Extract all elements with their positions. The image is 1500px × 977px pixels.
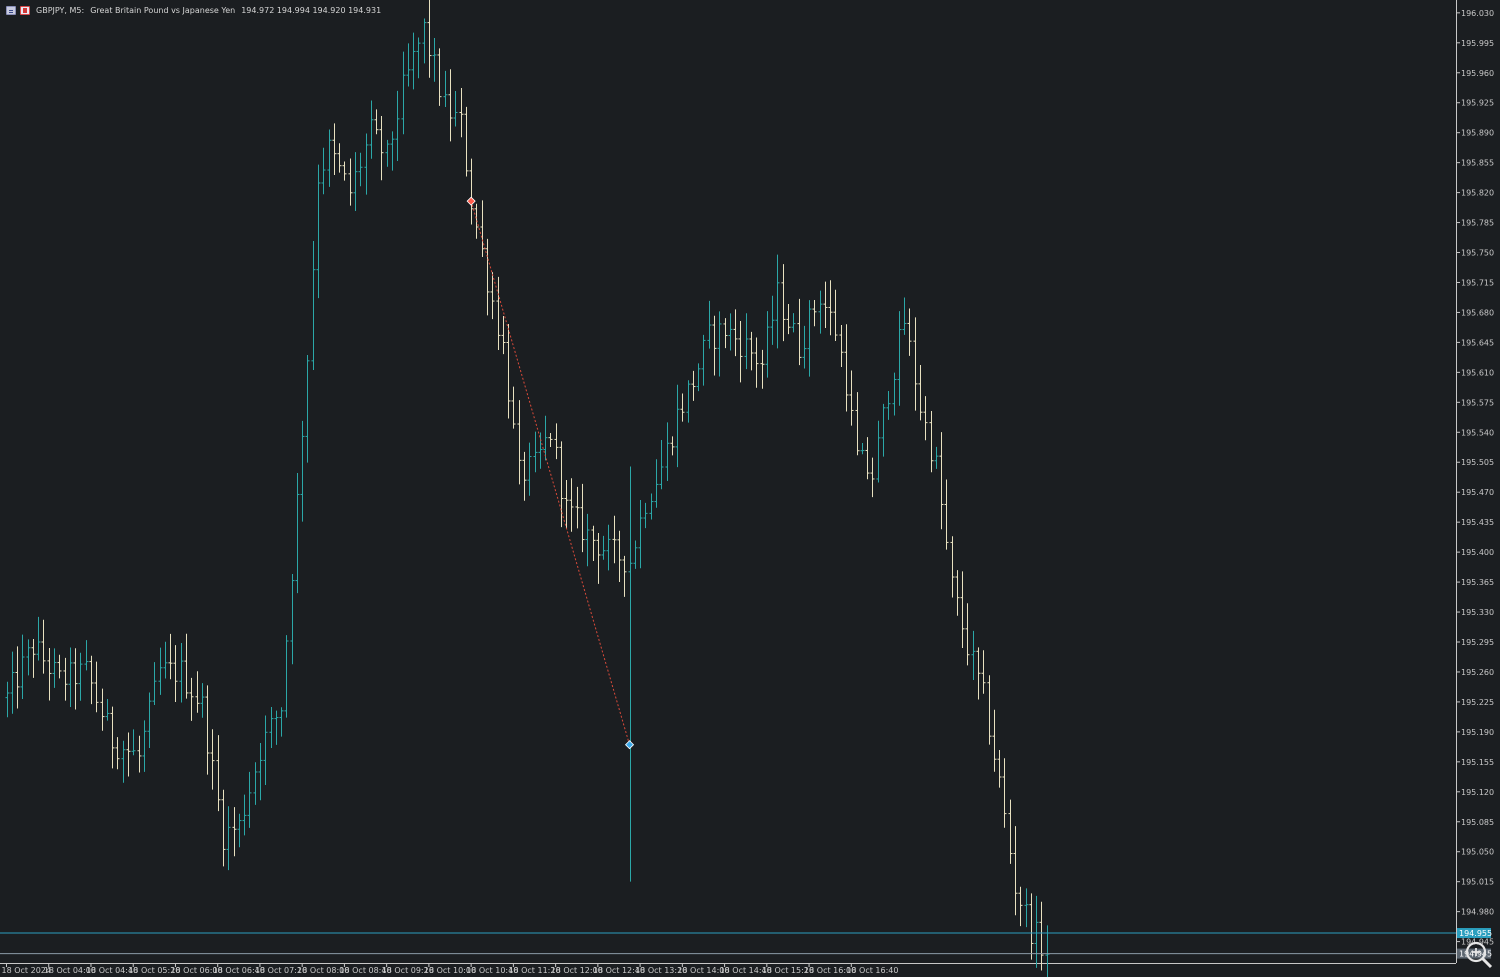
price-tick-label: 195.085 <box>1461 818 1494 827</box>
trade-connector-line <box>470 201 631 745</box>
symbol-label: GBPJPY, M5: <box>36 5 85 15</box>
price-tick-label: 195.295 <box>1461 638 1494 647</box>
price-tick-label: 195.575 <box>1461 398 1494 407</box>
ohlc-readout: 194.972 194.994 194.920 194.931 <box>241 5 382 15</box>
price-tick-label: 195.855 <box>1461 159 1494 168</box>
price-tick-label: 195.715 <box>1461 278 1494 287</box>
chart-tool-icon[interactable] <box>20 5 30 15</box>
price-tick-label: 195.190 <box>1461 728 1494 737</box>
price-tick-label: 195.925 <box>1461 99 1494 108</box>
time-tick-label: 18 Oct 16:40 <box>846 966 898 975</box>
price-tick-label: 195.155 <box>1461 758 1494 767</box>
price-tick-label: 195.330 <box>1461 608 1494 617</box>
trade-close-marker-icon[interactable] <box>624 740 635 750</box>
chart-header: GBPJPY, M5: Great Britain Pound vs Japan… <box>6 3 381 17</box>
price-tick-label: 194.980 <box>1461 908 1494 917</box>
price-tick-label: 195.890 <box>1461 129 1494 138</box>
price-tick-label: 195.750 <box>1461 249 1494 258</box>
price-tick-label: 195.540 <box>1461 428 1494 437</box>
trade-open-marker-icon[interactable] <box>466 196 476 206</box>
price-tick-label: 195.680 <box>1461 308 1494 317</box>
price-tick-label: 195.960 <box>1461 69 1494 78</box>
price-tick-label: 195.260 <box>1461 668 1494 677</box>
price-tick-label: 195.505 <box>1461 458 1494 467</box>
bid-price-tag-label: 194.955 <box>1459 929 1492 938</box>
price-tick-label: 195.365 <box>1461 578 1494 587</box>
symbol-description: Great Britain Pound vs Japanese Yen <box>90 5 236 15</box>
price-tick-label: 195.470 <box>1461 488 1494 497</box>
price-tick-label: 195.610 <box>1461 368 1494 377</box>
price-tick-label: 195.015 <box>1461 878 1494 887</box>
price-tick-label: 195.645 <box>1461 338 1494 347</box>
price-tick-label: 195.400 <box>1461 548 1494 557</box>
price-tick-label: 195.435 <box>1461 518 1494 527</box>
zoom-magnifier-icon[interactable] <box>1462 938 1496 972</box>
price-tick-label: 195.050 <box>1461 848 1494 857</box>
chart-menu-icon[interactable] <box>6 5 16 15</box>
price-tick-label: 195.225 <box>1461 698 1494 707</box>
price-tick-label: 195.820 <box>1461 189 1494 198</box>
price-chart[interactable]: 196.030 195.995 195.960 195.925 195.890 195.8… <box>0 0 1500 977</box>
price-tick-label: 195.995 <box>1461 39 1494 48</box>
chart-window[interactable]: 196.030 195.995 195.960 195.925 195.890 195.8… <box>0 0 1500 977</box>
price-tick-label: 196.030 <box>1461 9 1494 18</box>
price-tick-label: 195.120 <box>1461 788 1494 797</box>
price-tick-label: 195.785 <box>1461 219 1494 228</box>
